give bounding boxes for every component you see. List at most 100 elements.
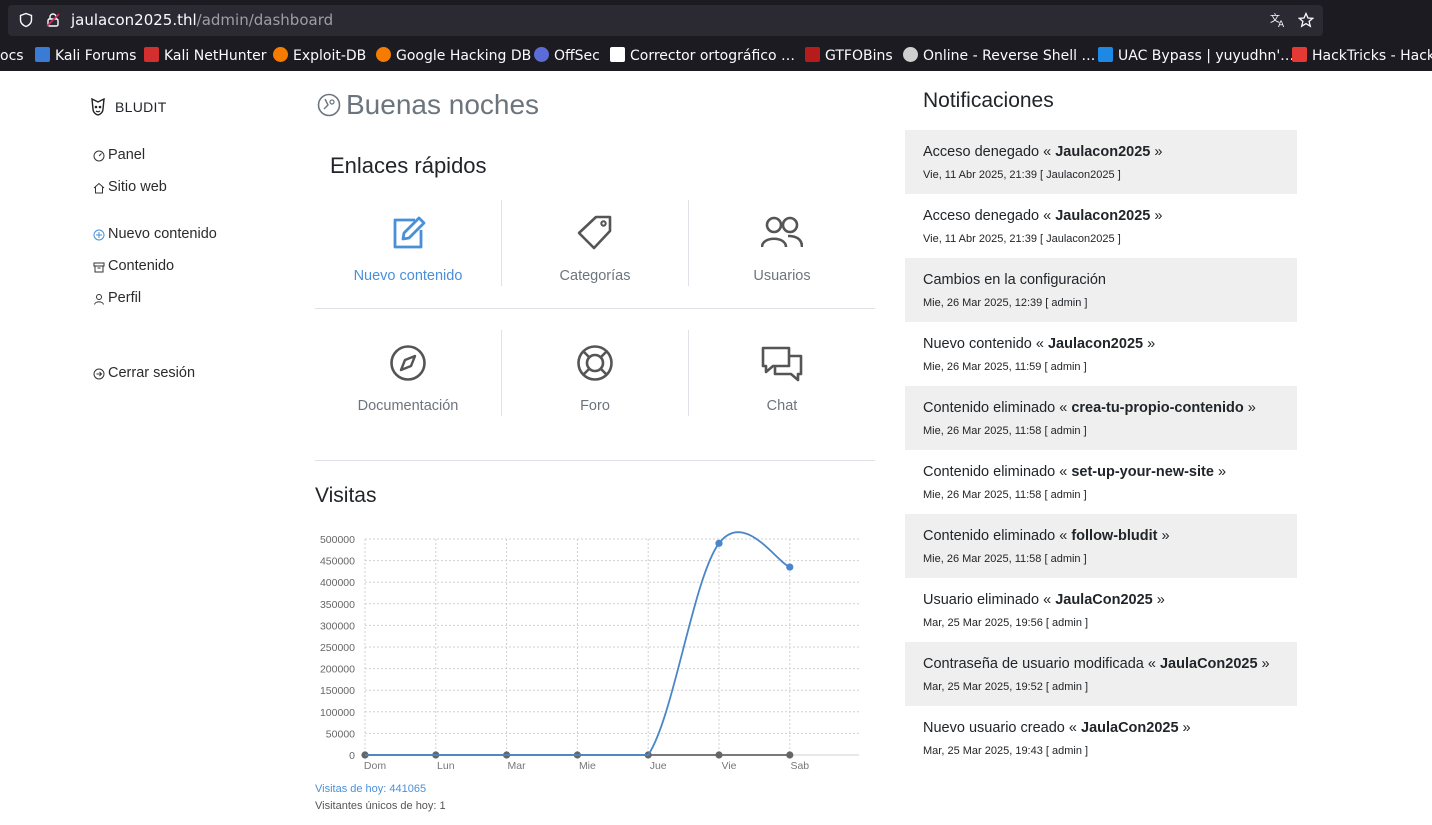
quick-link-categorias[interactable]: Categorías (502, 200, 688, 286)
uac-favicon-icon (1098, 47, 1113, 62)
notification-item: Acceso denegado « Jaulacon2025 » Vie, 11 … (905, 130, 1297, 194)
brand-name: BLUDIT (115, 99, 167, 115)
insecure-lock-icon[interactable] (45, 12, 61, 28)
tag-icon (577, 215, 612, 250)
quick-link-label: Nuevo contenido (353, 268, 463, 284)
notification-text: Contenido eliminado « (923, 464, 1072, 480)
notification-subject: set-up-your-new-site (1071, 464, 1214, 480)
x-tick-label: Dom (364, 760, 386, 771)
logout-icon (93, 368, 105, 380)
notification-item: Cambios en la configuración Mie, 26 Mar 2… (905, 258, 1297, 322)
notification-message: Contenido eliminado « follow-bludit » (923, 528, 1170, 544)
bookmark-gtfobins[interactable]: GTFOBins (805, 47, 893, 66)
quick-link-usuarios[interactable]: Usuarios (689, 200, 875, 286)
notification-subject: JaulaCon2025 (1055, 592, 1153, 608)
bookmark-uac-bypass[interactable]: UAC Bypass | yuyudhn'… (1098, 47, 1294, 66)
y-tick-label: 450000 (320, 556, 355, 568)
notification-message: Acceso denegado « Jaulacon2025 » (923, 208, 1162, 224)
bookmark-exploit-db[interactable]: Exploit-DB (273, 47, 366, 66)
x-tick-label: Mar (508, 760, 527, 771)
notification-text: » (1150, 208, 1163, 224)
notification-text: » (1143, 336, 1156, 352)
notification-text: » (1157, 528, 1170, 544)
bookmark-kali-nethunter[interactable]: Kali NetHunter (144, 47, 266, 66)
bookmark-corrector[interactable]: Corrector ortográfico … (610, 47, 795, 66)
compass-icon (390, 345, 426, 381)
user-icon (94, 294, 104, 305)
y-tick-label: 50000 (326, 728, 355, 740)
x-tick-label: Sab (790, 760, 809, 771)
unique-visitors-data-point (786, 751, 794, 759)
divider (315, 460, 875, 461)
notification-date: Mie, 26 Mar 2025, 11:58 [ admin ] (923, 425, 1087, 437)
url-text[interactable]: jaulacon2025.thl/admin/dashboard (71, 11, 333, 30)
notification-text: » (1178, 720, 1191, 736)
notification-text: Usuario eliminado « (923, 592, 1056, 608)
notification-text: Nuevo contenido « (923, 336, 1048, 352)
bookmark-reverse-shell[interactable]: Online - Reverse Shell … (903, 47, 1095, 66)
lifebuoy-icon (577, 345, 613, 381)
notification-text: » (1152, 592, 1165, 608)
corrector-favicon-icon (610, 47, 625, 62)
notification-item: Nuevo usuario creado « JaulaCon2025 » Mar… (905, 706, 1297, 770)
quick-link-chat[interactable]: Chat (689, 330, 875, 416)
visits-data-point (786, 563, 794, 571)
notification-subject: Jaulacon2025 (1055, 208, 1151, 224)
notification-text: Contenido eliminado « (923, 528, 1072, 544)
notification-item: Contenido eliminado « follow-bludit » Mie… (905, 514, 1297, 578)
y-tick-label: 250000 (320, 642, 355, 654)
gtfobins-favicon-icon (805, 47, 820, 62)
notification-message: Nuevo contenido « Jaulacon2025 » (923, 336, 1155, 352)
notification-message: Contenido eliminado « crea-tu-propio-con… (923, 400, 1256, 416)
unique-visitors-today: Visitantes únicos de hoy: 1 (315, 800, 446, 812)
notification-message: Nuevo usuario creado « JaulaCon2025 » (923, 720, 1191, 736)
y-tick-label: 200000 (320, 664, 355, 676)
notification-message: Acceso denegado « Jaulacon2025 » (923, 144, 1162, 160)
notification-message: Contenido eliminado « set-up-your-new-si… (923, 464, 1226, 480)
page-content: BLUDIT Panel Sitio web Nuevo contenido C… (0, 71, 1432, 825)
notification-date: Mie, 26 Mar 2025, 12:39 [ admin ] (923, 297, 1088, 309)
kali-forums-favicon-icon (35, 47, 50, 62)
quick-link-label: Foro (580, 398, 610, 414)
shield-icon[interactable] (18, 12, 34, 28)
bookmark-google-hacking-db[interactable]: Google Hacking DB (376, 47, 531, 66)
divider (315, 308, 875, 309)
bookmark-kali-forums[interactable]: Kali Forums (35, 47, 136, 66)
notification-text: Contraseña de usuario modificada « (923, 656, 1160, 672)
notification-text: Contenido eliminado « (923, 400, 1072, 416)
home-icon (93, 182, 105, 194)
bookmark-hacktricks[interactable]: HackTricks - HackT (1292, 47, 1432, 66)
bookmarks-toolbar: ocs Kali Forums Kali NetHunter Exploit-D… (0, 42, 1432, 71)
bludit-logo-icon (91, 98, 105, 116)
notification-item: Usuario eliminado « JaulaCon2025 » Mar, 2… (905, 578, 1297, 642)
y-tick-label: 350000 (320, 599, 355, 611)
edit-icon (393, 216, 426, 249)
notification-subject: JaulaCon2025 (1081, 720, 1179, 736)
skull-favicon-icon (903, 47, 918, 62)
quick-link-nuevo-contenido[interactable]: Nuevo contenido (315, 200, 501, 286)
chat-icon (761, 346, 803, 382)
notification-date: Mie, 26 Mar 2025, 11:58 [ admin ] (923, 489, 1087, 501)
bookmark-star-icon[interactable] (1298, 12, 1314, 28)
translate-icon[interactable]: 文 A (1270, 12, 1286, 28)
quick-link-label: Chat (766, 398, 798, 414)
url-host: jaulacon2025.thl (71, 11, 197, 29)
bookmark-offsec[interactable]: OffSec (534, 47, 600, 66)
notification-text: » (1243, 400, 1256, 416)
notification-subject: follow-bludit (1071, 528, 1158, 544)
notification-text: Cambios en la configuración (923, 272, 1106, 288)
notification-item: Acceso denegado « Jaulacon2025 » Vie, 11 … (905, 194, 1297, 258)
notification-message: Contraseña de usuario modificada « Jaula… (923, 656, 1270, 672)
quick-link-foro[interactable]: Foro (502, 330, 688, 416)
svg-text:A: A (1278, 20, 1285, 28)
notification-date: Mie, 26 Mar 2025, 11:59 [ admin ] (923, 361, 1087, 373)
quick-link-documentacion[interactable]: Documentación (315, 330, 501, 416)
notification-item: Nuevo contenido « Jaulacon2025 » Mie, 26 … (905, 322, 1297, 386)
notification-text: » (1257, 656, 1270, 672)
y-tick-label: 150000 (320, 685, 355, 697)
visits-title: Visitas (315, 484, 377, 507)
bookmark-docs[interactable]: ocs (0, 47, 24, 66)
quick-link-label: Categorías (559, 268, 631, 284)
notification-subject: crea-tu-propio-contenido (1071, 400, 1244, 416)
url-bar[interactable]: jaulacon2025.thl/admin/dashboard 文 A (8, 5, 1323, 36)
